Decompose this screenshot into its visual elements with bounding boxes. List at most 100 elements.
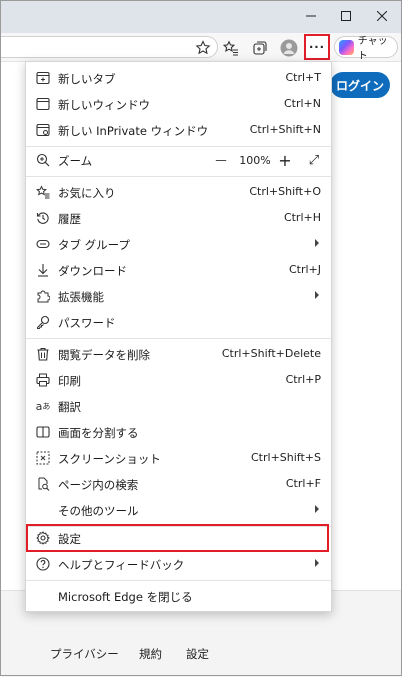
submenu-arrow-icon [315,559,319,567]
footer-link-privacy[interactable]: プライバシー [50,646,119,662]
inprivate-icon [35,122,51,138]
menu-item-print[interactable]: 印刷 Ctrl+P [26,368,331,392]
menu-item-label: 新しいウィンドウ [58,98,150,112]
menu-item-translate[interactable]: aあ 翻訳 [26,394,331,418]
menu-item-label: 新しい InPrivate ウィンドウ [58,124,209,138]
menu-item-label: スクリーンショット [58,452,161,466]
menu-item-new-inprivate[interactable]: 新しい InPrivate ウィンドウ Ctrl+Shift+N [26,118,331,142]
new-tab-icon [35,70,51,86]
menu-divider [26,580,331,581]
menu-item-label: ページ内の検索 [58,478,139,492]
key-icon [35,314,51,330]
tab-groups-icon [35,236,51,252]
printer-icon [35,372,51,388]
fullscreen-button[interactable]: ⤢ [305,151,323,169]
help-icon [35,556,51,572]
maximize-button[interactable] [335,6,357,26]
menu-item-zoom: ズーム — 100% + ⤢ [26,148,331,172]
add-favorite-button[interactable] [192,37,214,59]
menu-item-label: 画面を分割する [58,426,139,440]
menu-item-more-tools[interactable]: その他のツール [26,498,331,522]
menu-item-settings[interactable]: 設定 [26,526,331,550]
menu-item-label: 拡張機能 [58,290,104,304]
submenu-arrow-icon [315,505,319,513]
menu-item-label: お気に入り [58,186,116,200]
find-icon [35,476,51,492]
menu-item-close-edge[interactable]: Microsoft Edge を閉じる [26,584,331,608]
menu-item-shortcut: Ctrl+Shift+O [249,185,321,198]
menu-item-shortcut: Ctrl+Shift+Delete [221,347,321,360]
login-button[interactable]: ログイン [330,72,390,98]
screenshot-icon [35,450,51,466]
menu-item-shortcut: Ctrl+P [285,373,321,386]
collections-icon [253,41,267,55]
footer-link-terms[interactable]: 規約 [139,646,162,662]
menu-item-shortcut: Ctrl+F [285,477,321,490]
menu-item-clear-browsing-data[interactable]: 閲覧データを削除 Ctrl+Shift+Delete [26,342,331,366]
menu-item-label: 新しいタブ [58,72,116,86]
menu-item-extensions[interactable]: 拡張機能 [26,284,331,308]
download-icon [35,262,51,278]
minimize-icon [306,15,316,17]
menu-item-tab-groups[interactable]: タブ グループ [26,232,331,256]
profile-button[interactable] [278,37,300,59]
menu-item-history[interactable]: 履歴 Ctrl+H [26,206,331,230]
menu-item-shortcut: Ctrl+Shift+S [251,451,321,464]
menu-item-label: 閲覧データを削除 [58,348,150,362]
menu-item-find-on-page[interactable]: ページ内の検索 Ctrl+F [26,472,331,496]
submenu-arrow-icon [315,291,319,299]
address-bar[interactable] [0,36,218,58]
menu-item-favorites[interactable]: お気に入り Ctrl+Shift+O [26,180,331,204]
menu-item-label: タブ グループ [58,238,130,252]
puzzle-icon [35,288,51,304]
copilot-chat-button[interactable]: チャット [334,36,398,62]
minimize-button[interactable] [300,6,322,26]
favorites-icon [35,184,51,200]
menu-item-label: パスワード [58,316,116,330]
copilot-icon [339,39,354,55]
menu-item-label: 履歴 [58,212,81,226]
menu-item-help-feedback[interactable]: ヘルプとフィードバック [26,552,331,576]
collections-button[interactable] [249,37,271,59]
zoom-level: 100% [239,153,271,167]
menu-item-new-window[interactable]: 新しいウィンドウ Ctrl+N [26,92,331,116]
footer-link-settings[interactable]: 設定 [186,646,209,662]
gear-icon [35,530,51,546]
menu-item-label: ズーム [58,154,93,168]
menu-divider [26,176,331,177]
menu-item-shortcut: Ctrl+J [288,263,321,276]
menu-item-passwords[interactable]: パスワード [26,310,331,334]
menu-item-new-tab[interactable]: 新しいタブ Ctrl+T [26,66,331,90]
settings-and-more-button[interactable]: ··· [304,34,330,60]
menu-item-shortcut: Ctrl+N [283,97,321,110]
close-icon [377,11,387,21]
history-icon [35,210,51,226]
menu-item-label: 印刷 [58,374,81,388]
chat-label: チャット [357,36,388,62]
menu-item-downloads[interactable]: ダウンロード Ctrl+J [26,258,331,282]
trash-icon [35,346,51,362]
menu-item-screenshot[interactable]: スクリーンショット Ctrl+Shift+S [26,446,331,470]
star-icon [195,40,211,55]
menu-item-shortcut: Ctrl+T [285,71,321,84]
favorites-button[interactable] [220,37,242,59]
submenu-arrow-icon [315,239,319,247]
menu-item-label: その他のツール [58,504,139,518]
settings-and-more-menu: 新しいタブ Ctrl+T 新しいウィンドウ Ctrl+N 新しい InPriva… [25,61,332,612]
menu-item-label: ダウンロード [58,264,127,278]
zoom-icon [35,152,51,168]
menu-divider [26,146,331,147]
zoom-in-button[interactable]: + [276,151,294,170]
avatar-icon [280,39,298,57]
close-window-button[interactable] [371,6,393,26]
split-screen-icon [35,424,51,440]
menu-item-label: 翻訳 [58,400,81,414]
menu-item-label: Microsoft Edge を閉じる [58,590,193,604]
menu-item-label: 設定 [58,532,81,546]
new-window-icon [35,96,51,112]
menu-item-split-screen[interactable]: 画面を分割する [26,420,331,444]
menu-divider [26,338,331,339]
zoom-out-button[interactable]: — [212,151,230,169]
menu-item-label: ヘルプとフィードバック [58,558,185,572]
menu-item-shortcut: Ctrl+H [283,211,321,224]
